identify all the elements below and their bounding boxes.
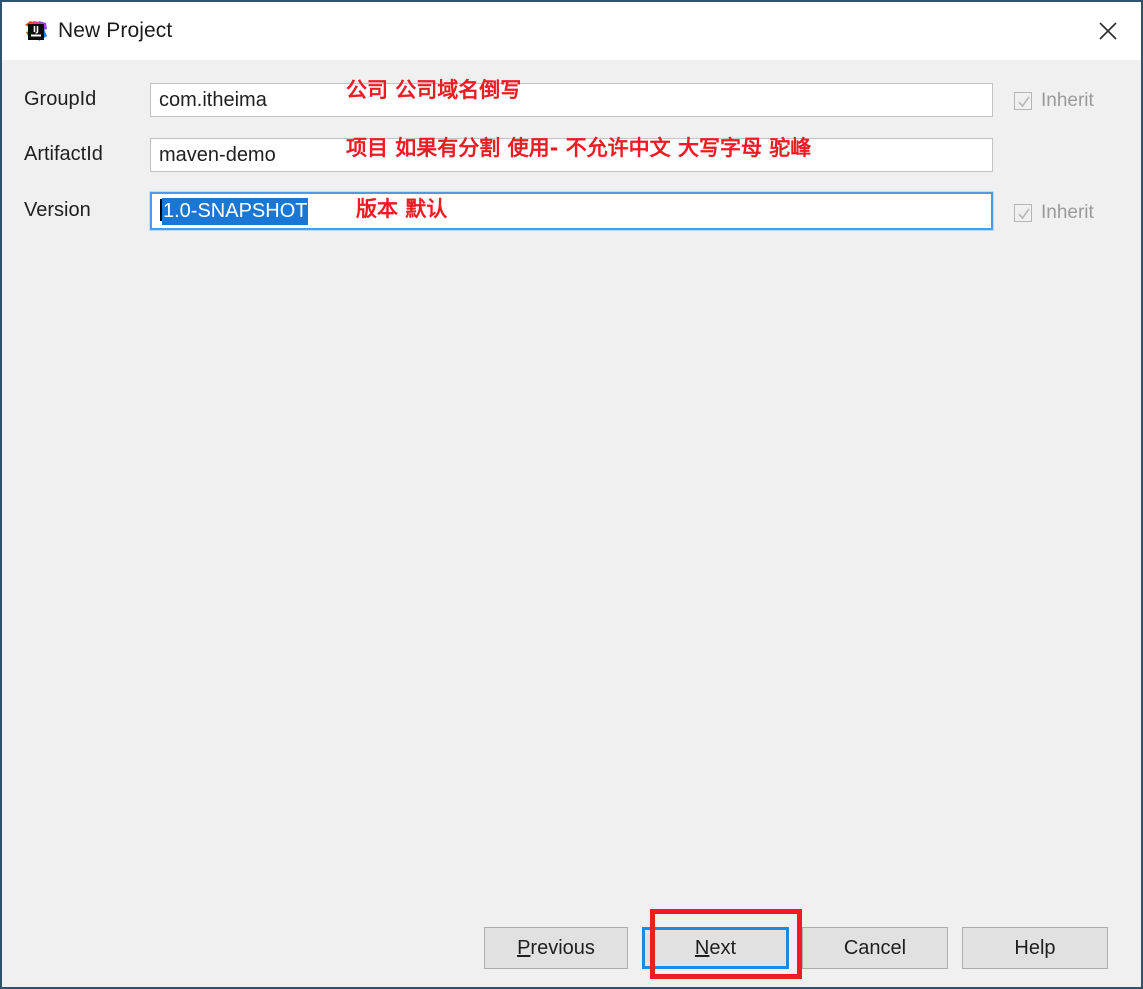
cancel-button-label: Cancel — [843, 936, 907, 959]
version-inherit-label: Inherit — [1041, 202, 1094, 223]
version-input[interactable]: 1.0-SNAPSHOT — [150, 192, 993, 230]
artifactid-input-value: maven-demo — [159, 144, 276, 166]
groupid-input-value: com.itheima — [159, 89, 267, 111]
next-button-label: Next — [694, 936, 737, 959]
version-label: Version — [24, 199, 91, 221]
annotation-artifactid: 项目 如果有分割 使用- 不允许中文 大写字母 驼峰 — [346, 136, 812, 160]
title-bar: IJ New Project — [2, 2, 1141, 60]
groupid-label: GroupId — [24, 88, 97, 110]
groupid-inherit-label: Inherit — [1041, 90, 1094, 111]
version-inherit-checkbox[interactable]: Inherit — [1014, 202, 1094, 224]
maven-coordinates-form: GroupId com.itheima Inherit 公司 公司域名倒写 Ar… — [2, 60, 1141, 987]
next-button[interactable]: Next — [642, 927, 789, 969]
window-title: New Project — [58, 19, 173, 42]
new-project-dialog: IJ New Project GroupId com.itheima Inher… — [0, 0, 1143, 989]
help-button-label: Help — [1014, 936, 1056, 959]
version-input-value: 1.0-SNAPSHOT — [162, 198, 309, 225]
previous-button-label: Previous — [517, 936, 595, 959]
cancel-button[interactable]: Cancel — [802, 927, 948, 969]
checkbox-box — [1014, 204, 1032, 222]
close-icon[interactable] — [1075, 2, 1141, 60]
intellij-idea-icon: IJ — [24, 20, 48, 44]
groupid-inherit-checkbox[interactable]: Inherit — [1014, 90, 1094, 112]
help-button[interactable]: Help — [962, 927, 1108, 969]
annotation-groupid: 公司 公司域名倒写 — [346, 78, 522, 102]
groupid-input[interactable]: com.itheima — [150, 83, 993, 117]
checkbox-box — [1014, 92, 1032, 110]
previous-button[interactable]: Previous — [484, 927, 628, 969]
annotation-version: 版本 默认 — [356, 197, 448, 221]
artifactid-label: ArtifactId — [24, 143, 103, 165]
svg-text:IJ: IJ — [33, 25, 39, 34]
